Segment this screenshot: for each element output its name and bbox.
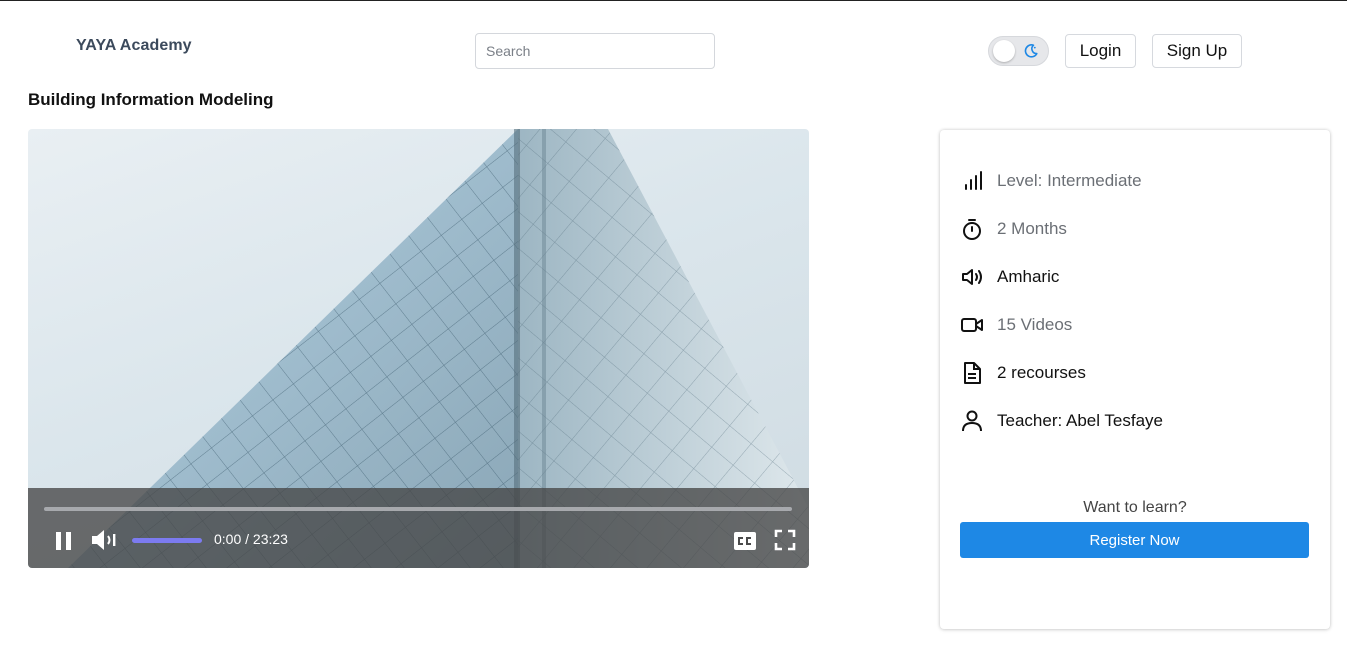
course-info-card: Level: Intermediate 2 Months Amharic 15 …	[940, 130, 1330, 629]
video-player[interactable]: 0:00 / 23:23	[28, 129, 809, 568]
info-teacher-text: Teacher: Abel Tesfaye	[997, 411, 1164, 430]
brand-logo[interactable]: YAYA Academy	[76, 37, 192, 55]
pause-icon[interactable]	[54, 530, 74, 552]
timecode: 0:00 / 23:23	[214, 531, 288, 547]
speaker-icon	[962, 269, 982, 285]
info-teacher: Teacher: Abel Tesfaye	[960, 407, 1163, 435]
search-input[interactable]	[475, 33, 715, 69]
register-now-button[interactable]: Register Now	[960, 522, 1309, 558]
course-title: Building Information Modeling	[28, 90, 274, 109]
info-duration-text: 2 Months	[997, 219, 1067, 238]
volume-icon[interactable]	[90, 528, 118, 552]
fullscreen-icon[interactable]	[774, 529, 796, 551]
document-icon	[964, 362, 981, 384]
progress-bar[interactable]	[44, 507, 792, 511]
video-controls: 0:00 / 23:23	[28, 488, 809, 568]
info-duration: 2 Months	[960, 215, 1067, 243]
info-resources: 2 recourses	[960, 359, 1086, 387]
theme-toggle[interactable]	[988, 36, 1049, 66]
volume-slider[interactable]	[132, 538, 202, 543]
user-icon	[962, 410, 982, 432]
video-camera-icon	[961, 318, 983, 332]
moon-icon	[1024, 44, 1038, 58]
toggle-knob	[993, 40, 1015, 62]
info-level: Level: Intermediate	[960, 167, 1142, 195]
signup-button[interactable]: Sign Up	[1152, 34, 1242, 68]
info-level-text: Level: Intermediate	[997, 171, 1142, 190]
info-videos-text: 15 Videos	[997, 315, 1073, 334]
info-resources-text: 2 recourses	[997, 363, 1086, 382]
bar-chart-icon	[965, 171, 982, 190]
info-videos: 15 Videos	[960, 311, 1072, 339]
cta-prompt: Want to learn?	[1083, 499, 1187, 516]
volume-level	[132, 538, 202, 543]
info-language-text: Amharic	[997, 267, 1060, 286]
stopwatch-icon	[963, 219, 981, 240]
login-button[interactable]: Login	[1065, 34, 1136, 68]
info-language: Amharic	[960, 263, 1059, 291]
top-border	[0, 0, 1347, 1]
closed-captions-icon[interactable]	[733, 530, 757, 552]
